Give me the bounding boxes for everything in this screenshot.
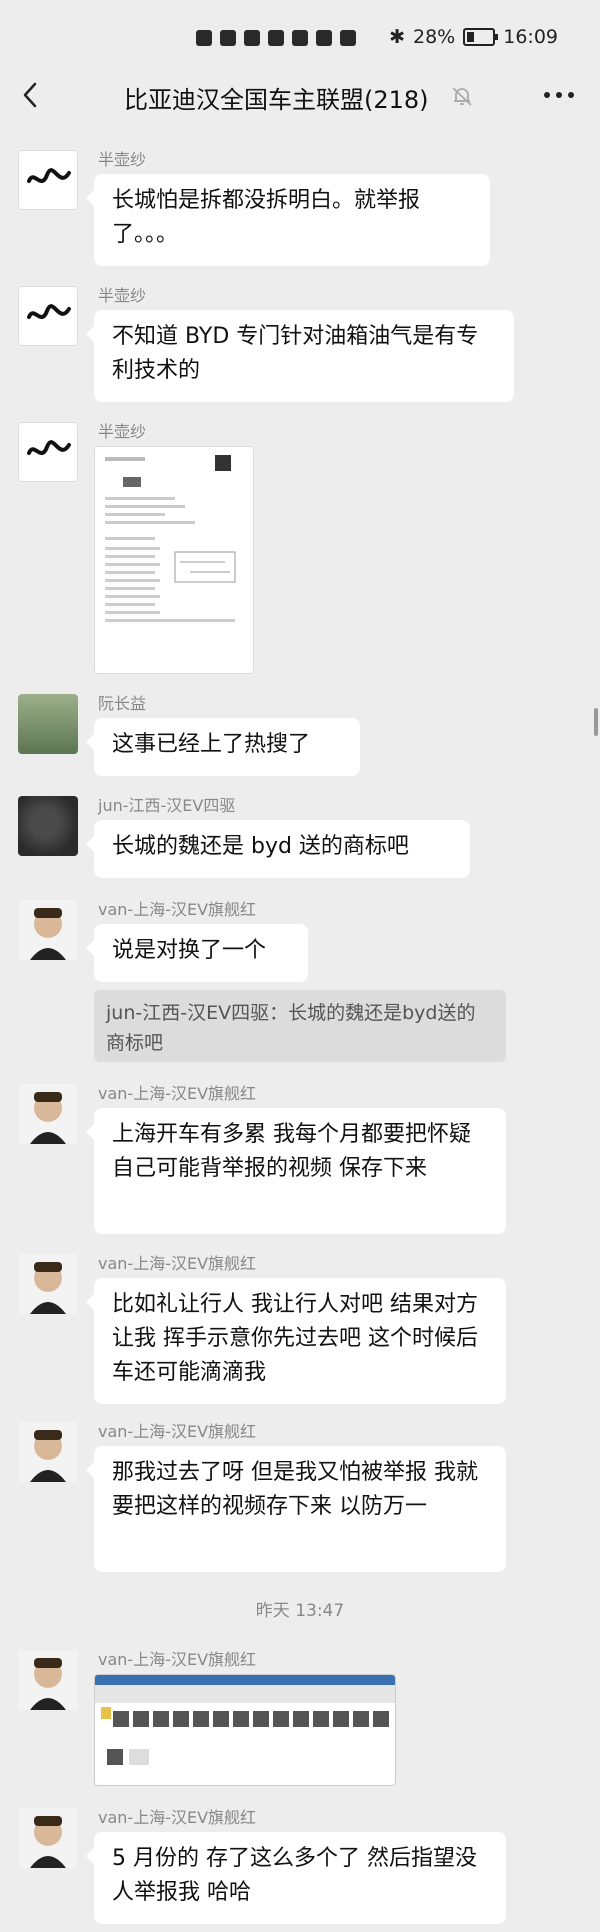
- chat-header: 比亚迪汉全国车主联盟(218): [0, 62, 600, 132]
- message-bubble[interactable]: 这事已经上了热搜了: [86, 718, 360, 776]
- avatar[interactable]: [18, 1808, 78, 1868]
- clock: 16:09: [503, 26, 558, 48]
- status-bar: ✱ 28% 16:09: [0, 0, 600, 62]
- sender-name: jun-江西-汉EV四驱: [98, 796, 236, 815]
- sender-name: van-上海-汉EV旗舰红: [98, 1254, 257, 1273]
- avatar[interactable]: [18, 1650, 78, 1710]
- avatar[interactable]: [18, 1254, 78, 1314]
- message-bubble[interactable]: 5 月份的 存了这么多个了 然后指望没人举报我 哈哈: [86, 1832, 506, 1924]
- chat-title: 比亚迪汉全国车主联盟(218): [124, 86, 429, 114]
- sender-name: 半壶纱: [98, 422, 147, 441]
- battery-fill: [467, 32, 475, 42]
- back-arrow-icon[interactable]: [16, 80, 46, 110]
- message-bubble[interactable]: 说是对换了一个: [86, 924, 308, 982]
- sender-name: van-上海-汉EV旗舰红: [98, 1422, 257, 1441]
- status-icons: [196, 26, 356, 50]
- scrollbar[interactable]: [594, 708, 598, 736]
- message-bubble[interactable]: 长城怕是拆都没拆明白。就举报了。。。: [86, 174, 490, 266]
- sender-name: van-上海-汉EV旗舰红: [98, 1808, 257, 1827]
- avatar[interactable]: [18, 150, 78, 210]
- quoted-message[interactable]: jun-江西-汉EV四驱：长城的魏还是byd送的商标吧: [94, 990, 506, 1062]
- hd-icon: [196, 30, 212, 46]
- sender-name: van-上海-汉EV旗舰红: [98, 900, 257, 919]
- video-folder-screenshot-image[interactable]: [94, 1674, 396, 1786]
- battery-icon: [463, 28, 499, 46]
- avatar[interactable]: [18, 1422, 78, 1482]
- avatar[interactable]: [18, 422, 78, 482]
- avatar[interactable]: [18, 286, 78, 346]
- message-bubble[interactable]: 上海开车有多累 我每个月都要把怀疑自己可能背举报的视频 保存下来: [86, 1108, 506, 1234]
- nfc-icon: [268, 30, 284, 46]
- sender-name: 半壶纱: [98, 286, 147, 305]
- message-bubble[interactable]: 长城的魏还是 byd 送的商标吧: [86, 820, 470, 878]
- avatar[interactable]: [18, 694, 78, 754]
- app-notification-icon: [316, 30, 332, 46]
- timestamp: 昨天 13:47: [255, 1601, 345, 1621]
- message-bubble[interactable]: 比如礼让行人 我让行人对吧 结果对方让我 挥手示意你先过去吧 这个时候后车还可能…: [86, 1278, 506, 1404]
- bluetooth-icon: ✱: [389, 26, 405, 48]
- weibo-icon: [292, 30, 308, 46]
- more-options-icon[interactable]: [544, 92, 574, 98]
- sender-name: 半壶纱: [98, 150, 147, 169]
- battery-percent: 28%: [413, 26, 456, 48]
- avatar[interactable]: [18, 796, 78, 856]
- mute-bell-icon: [452, 87, 472, 106]
- status-right: ✱ 28% 16:09: [389, 26, 558, 48]
- patent-document-image[interactable]: [94, 446, 254, 674]
- signal-icon: [220, 30, 236, 46]
- sender-name: van-上海-汉EV旗舰红: [98, 1084, 257, 1103]
- avatar[interactable]: [18, 1084, 78, 1144]
- message-bubble[interactable]: 不知道 BYD 专门针对油箱油气是有专利技术的: [86, 310, 514, 402]
- sender-name: 阮长益: [98, 694, 147, 713]
- sender-name: van-上海-汉EV旗舰红: [98, 1650, 257, 1669]
- wifi-icon: [244, 30, 260, 46]
- message-bubble[interactable]: 那我过去了呀 但是我又怕被举报 我就要把这样的视频存下来 以防万一: [86, 1446, 506, 1572]
- avatar[interactable]: [18, 900, 78, 960]
- shopping-icon: [340, 30, 356, 46]
